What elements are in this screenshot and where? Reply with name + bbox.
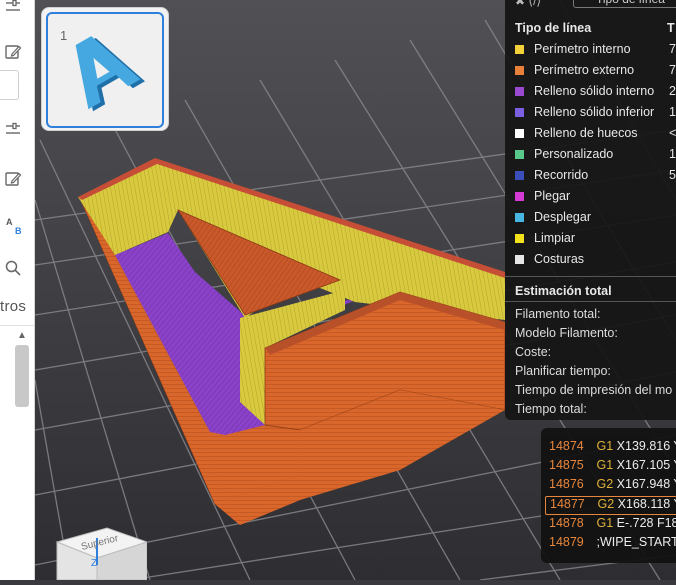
legend-swatch [515,108,524,117]
scrollbar-thumb[interactable] [15,345,29,407]
plate-number: 1 [60,28,68,43]
edit-icon-2[interactable] [4,170,22,188]
translate-icon-b: B [15,226,22,236]
estimate-row: Tiempo total: [515,402,587,416]
legend-value: 7 [669,63,676,77]
translate-icon-a: A [6,217,13,227]
gcode-command: G1 [596,516,614,530]
legend-label: Desplegar [534,210,591,224]
legend-value: 2 [669,84,676,98]
legend-value: 1 [669,105,676,119]
gcode-line[interactable]: 14878 G1 E-.728 F18 [545,516,676,533]
scroll-up-icon[interactable]: ▲ [16,330,28,342]
legend-value: 7 [669,42,676,56]
filter-label: tros [0,298,27,315]
gcode-args: ;WIPE_START [596,535,676,549]
legend-label: Relleno de huecos [534,126,638,140]
sliders-icon[interactable] [4,0,22,16]
legend-swatch [515,87,524,96]
estimate-row: Coste: [515,345,552,359]
legend-label: Relleno sólido interno [534,84,655,98]
legend-label: Relleno sólido inferior [534,105,655,119]
estimate-row: Filamento total: [515,307,601,321]
legend-swatch [515,45,524,54]
gcode-line[interactable]: 14874 G1 X139.816 Y [545,439,676,456]
gcode-args: X139.816 Y [616,439,676,453]
gcode-args: X167.948 Y [616,477,676,491]
legend-label: Plegar [534,189,571,203]
divider [505,301,676,302]
gcode-command: G2 [596,477,614,491]
legend-swatch [515,255,524,264]
gcode-line-number: 14876 [549,477,584,491]
estimate-row: Tiempo de impresión del mo [515,383,673,397]
legend-label: Limpiar [534,231,575,245]
sliders-icon-2[interactable] [4,121,22,139]
gcode-viewer[interactable]: 14874 G1 X139.816 Y 14875 G1 X167.105 Y … [541,428,676,563]
divider [505,276,676,277]
gcode-command: G1 [596,439,614,453]
gcode-line-number: 14879 [549,535,584,549]
gcode-line[interactable]: 14875 G1 X167.105 Y [545,458,676,475]
edit-icon[interactable] [4,43,22,61]
legend-swatch [515,171,524,180]
gcode-line-number: 14878 [549,516,584,530]
search-icon[interactable] [4,259,22,277]
divider [0,325,34,326]
legend-label: Costuras [534,252,585,266]
legend-label: Personalizado [534,147,614,161]
legend-header: Tipo de línea [515,21,592,35]
legend-label: Perímetro interno [534,42,631,56]
legend-swatch [515,66,524,75]
legend-label: Recorrido [534,168,589,182]
estimate-title: Estimación total [515,284,612,298]
estimate-row: Planificar tiempo: [515,364,611,378]
gcode-command: G2 [597,497,615,511]
gcode-command: G1 [596,458,614,472]
gcode-line-active[interactable]: 14877 G2 X168.118 Y [545,496,676,515]
legend-value: 5 [669,168,676,182]
gcode-line[interactable]: 14876 G2 X167.948 Y [545,477,676,494]
legend-swatch [515,234,524,243]
gcode-args: E-.728 F18 [616,516,676,530]
legend-value: < [669,126,676,140]
legend-swatch [515,150,524,159]
gcode-line[interactable]: 14879 ;WIPE_START [545,535,676,552]
view-type-dropdown[interactable]: Tipo de línea [573,0,676,8]
legend-swatch [515,192,524,201]
translate-icon[interactable]: A B [6,217,26,237]
legend-panel: ✖ ⟨/⟩ Tipo de línea Tipo de línea T Perí… [505,0,676,420]
plate-thumbnail[interactable]: 1 [41,7,169,131]
left-input-box[interactable] [0,70,19,100]
gcode-line-number: 14877 [550,497,585,511]
navcube-axis-label: Z [91,558,97,569]
legend-swatch [515,213,524,222]
gcode-args: X168.118 Y [617,497,676,511]
legend-header-right: T [667,21,675,35]
view-navigation-cube[interactable]: Superior Z [55,520,149,581]
gcode-line-number: 14874 [549,439,584,453]
left-tool-panel: A B tros ▲ [0,0,35,580]
legend-label: Perímetro externo [534,63,635,77]
gcode-args: X167.105 Y [616,458,676,472]
gcode-line-number: 14875 [549,458,584,472]
legend-value: 1 [669,147,676,161]
legend-top-icons[interactable]: ✖ ⟨/⟩ [515,0,541,8]
legend-swatch [515,129,524,138]
estimate-row: Modelo Filamento: [515,326,618,340]
